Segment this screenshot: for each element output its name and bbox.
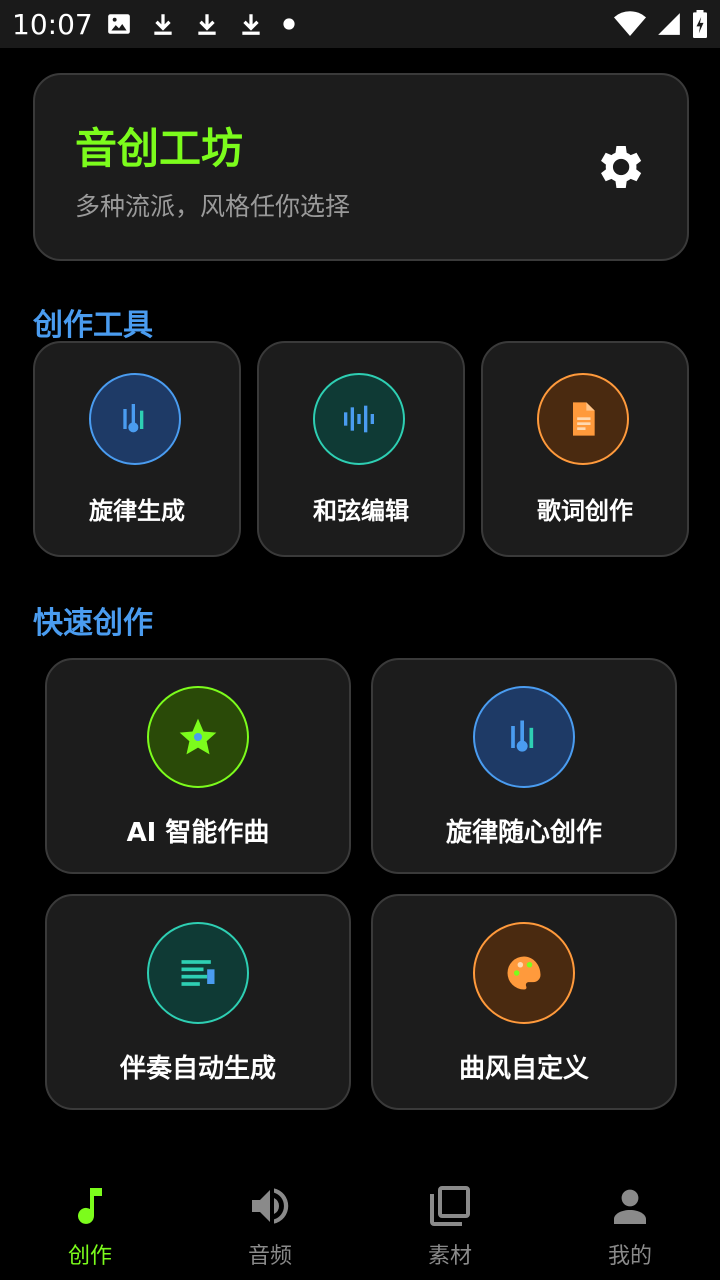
- wifi-icon: [614, 11, 646, 36]
- download-icon: [242, 14, 260, 35]
- tool-card-melody[interactable]: 旋律生成: [33, 341, 241, 557]
- quick-card-style-custom[interactable]: 曲风自定义: [371, 894, 677, 1110]
- quick-card-accompaniment[interactable]: 伴奏自动生成: [45, 894, 351, 1110]
- melody-icon: [123, 404, 144, 433]
- section-title-quick: 快速创作: [33, 606, 153, 641]
- tool-icon-wrap: [537, 373, 629, 465]
- tool-label: 歌词创作: [537, 497, 633, 525]
- status-time: 10:07: [12, 8, 93, 41]
- status-bar: 10:07: [0, 0, 720, 48]
- quick-label: 伴奏自动生成: [119, 1054, 276, 1084]
- quick-icon-wrap: [147, 686, 249, 788]
- nav-label: 我的: [607, 1244, 652, 1269]
- download-icon: [154, 14, 172, 35]
- quick-icon-wrap: [473, 922, 575, 1024]
- tool-card-chord[interactable]: 和弦编辑: [257, 341, 465, 557]
- quick-label: 曲风自定义: [458, 1054, 589, 1084]
- quick-label: AI 智能作曲: [126, 818, 270, 848]
- person-icon: [614, 1189, 646, 1224]
- list-icon: [181, 960, 215, 986]
- section-title-tools: 创作工具: [33, 308, 153, 343]
- system-icons: [614, 10, 708, 38]
- tool-label: 旋律生成: [89, 497, 185, 525]
- nav-item-audio[interactable]: 音频: [210, 1182, 330, 1270]
- download-icon: [198, 14, 216, 35]
- battery-icon: [693, 10, 707, 38]
- app-subtitle: 多种流派，风格任你选择: [75, 192, 351, 221]
- speaker-icon: [252, 1188, 289, 1224]
- palette-icon: [507, 956, 541, 990]
- star-icon: [179, 718, 217, 755]
- quick-card-free-melody[interactable]: 旋律随心创作: [371, 658, 677, 874]
- tool-icon-wrap: [313, 373, 405, 465]
- gear-icon[interactable]: [591, 139, 647, 195]
- quick-icon-wrap: [147, 922, 249, 1024]
- tool-label: 和弦编辑: [313, 497, 409, 525]
- image-notification-icon: [108, 14, 130, 34]
- music-note-icon: [78, 1188, 102, 1224]
- tool-icon-wrap: [89, 373, 181, 465]
- melody-icon: [511, 720, 534, 752]
- nav-label: 音频: [247, 1244, 292, 1269]
- nav-label: 素材: [427, 1244, 472, 1269]
- quick-label: 旋律随心创作: [445, 818, 602, 848]
- nav-label: 创作: [67, 1244, 112, 1269]
- quick-card-ai-compose[interactable]: AI 智能作曲: [45, 658, 351, 874]
- nav-item-profile[interactable]: 我的: [570, 1182, 690, 1270]
- library-icon: [430, 1186, 470, 1226]
- app-title: 音创工坊: [75, 124, 244, 173]
- dot-icon: [283, 18, 295, 30]
- notification-icons: [106, 10, 296, 38]
- signal-icon: [658, 13, 680, 35]
- nav-item-materials[interactable]: 素材: [390, 1182, 510, 1270]
- quick-icon-wrap: [473, 686, 575, 788]
- waveform-icon: [344, 405, 374, 433]
- bottom-nav: 创作 音频 素材 我的: [0, 1170, 720, 1280]
- hero-card: 音创工坊 多种流派，风格任你选择: [33, 73, 689, 261]
- document-icon: [573, 402, 595, 436]
- nav-item-create[interactable]: 创作: [30, 1182, 150, 1270]
- tool-card-lyrics[interactable]: 歌词创作: [481, 341, 689, 557]
